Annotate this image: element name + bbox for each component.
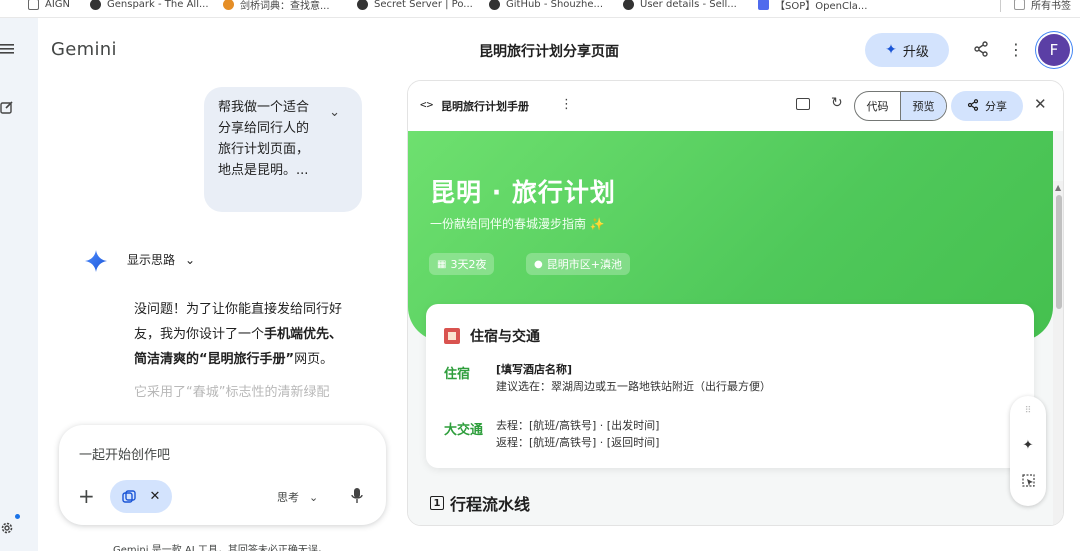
number-one-icon: 1 — [430, 496, 444, 510]
scroll-up-icon[interactable]: ▲ — [1055, 183, 1061, 192]
sparkle-edit-icon[interactable]: ✦ — [1010, 438, 1046, 453]
assistant-reply: 没问题！为了让你能直接发给同行好友，我为你设计了一个手机端优先、简洁清爽的“昆明… — [134, 297, 354, 405]
hero-subtitle: 一份献给同伴的春城漫步指南 ✨ — [430, 217, 605, 231]
code-preview-toggle[interactable]: 代码 预览 — [854, 91, 947, 121]
bookmarks-divider — [1000, 0, 1001, 12]
new-chat-icon[interactable] — [0, 100, 14, 114]
duration-badge: ▦ 3天2夜 — [429, 253, 495, 275]
hero-title: 昆明 · 旅行计划 — [430, 178, 616, 207]
refresh-icon[interactable]: ↻ — [831, 95, 843, 111]
disclaimer: Gemini 是一款 AI 工具，其回答未必正确无误。 — [113, 545, 328, 551]
share-icon — [967, 98, 979, 114]
reply-paragraph-2: 它采用了“春城”标志性的清新绿配 — [134, 385, 330, 400]
bookmark-github[interactable]: GitHub - Shouzhe... — [489, 0, 603, 12]
show-thinking-toggle[interactable]: 显示思路 ⌄ — [127, 251, 195, 268]
bookmark-secret-server[interactable]: Secret Server | Po... — [357, 0, 473, 12]
folder-icon — [28, 0, 39, 10]
settings-gear-icon[interactable] — [0, 521, 14, 535]
bookmark-sop[interactable]: 【SOP】OpenCla... — [758, 0, 867, 12]
canvas-icon — [121, 489, 136, 503]
microphone-icon[interactable] — [351, 488, 363, 504]
prompt-input-box[interactable]: 一起开始创作吧 + ✕ 思考 ⌄ — [59, 425, 386, 525]
calendar-icon: ▦ — [437, 258, 447, 270]
floating-toolbar: ⠿ ✦ — [1010, 396, 1046, 506]
pin-icon: ● — [534, 258, 543, 270]
canvas-tool-chip[interactable]: ✕ — [110, 480, 172, 513]
genspark-icon — [90, 0, 101, 10]
tab-preview[interactable]: 预览 — [900, 92, 946, 120]
scrollbar-thumb[interactable] — [1056, 195, 1062, 309]
expand-chevron-icon[interactable]: ⌄ — [329, 105, 340, 120]
code-brackets-icon: <> — [420, 98, 434, 111]
bookmark-aign[interactable]: AIGN — [28, 0, 70, 12]
close-icon[interactable]: ✕ — [1034, 95, 1047, 113]
transport-details: 去程：[航班/高铁号] · [出发时间] 返程：[航班/高铁号] · [返回时间… — [496, 419, 660, 449]
canvas-toolbar: <> 昆明旅行计划手册 ⋮ ↻ 代码 预览 分享 ✕ — [408, 81, 1063, 131]
avatar[interactable]: F — [1038, 34, 1070, 66]
upgrade-button[interactable]: ✦ 升级 — [865, 33, 949, 67]
gemini-spark-icon — [85, 250, 107, 272]
more-vertical-icon[interactable]: ⋮ — [560, 97, 573, 112]
card-title: 住宿与交通 — [444, 326, 540, 346]
stay-details: [填写酒店名称] 建议选在：翠湖周边或五一路地铁站附近（出行最方便） — [496, 363, 771, 393]
left-rail — [0, 18, 38, 551]
bookmark-cambridge[interactable]: 剑桥词典：查找意... — [223, 0, 330, 12]
transport-label: 大交通 — [444, 423, 484, 438]
bookmark-all[interactable]: 所有书签 — [1014, 0, 1071, 12]
canvas-preview: 昆明 · 旅行计划 一份献给同伴的春城漫步指南 ✨ ▦ 3天2夜 ● 昆明市区+滇池… — [408, 131, 1063, 525]
app-title: Gemini — [51, 39, 117, 60]
doc-icon — [758, 0, 769, 10]
close-icon[interactable]: ✕ — [150, 489, 161, 504]
stay-label: 住宿 — [444, 367, 471, 382]
select-element-icon[interactable] — [1010, 474, 1046, 491]
chevron-down-icon: ⌄ — [185, 252, 196, 267]
sparkle-icon: ✦ — [885, 42, 897, 58]
user-details-icon — [623, 0, 634, 10]
mode-selector[interactable]: 思考 ⌄ — [277, 489, 318, 505]
bookmark-user-details[interactable]: User details - Sell... — [623, 0, 737, 12]
secret-server-icon — [357, 0, 368, 10]
add-attachment-icon[interactable]: + — [78, 486, 95, 506]
chevron-down-icon: ⌄ — [309, 490, 319, 504]
folder-icon — [1014, 0, 1025, 10]
console-icon[interactable] — [796, 98, 810, 110]
canvas-share-button[interactable]: 分享 — [951, 91, 1023, 121]
menu-icon[interactable] — [0, 43, 14, 57]
prompt-input[interactable]: 一起开始创作吧 — [79, 444, 170, 463]
canvas-title: 昆明旅行计划手册 — [441, 100, 529, 113]
share-icon[interactable] — [971, 39, 991, 59]
location-badge: ● 昆明市区+滇池 — [526, 253, 630, 275]
bookmark-genspark[interactable]: Genspark - The All... — [90, 0, 209, 12]
more-vertical-icon[interactable]: ⋮ — [1006, 39, 1026, 59]
canvas-panel: <> 昆明旅行计划手册 ⋮ ↻ 代码 预览 分享 ✕ 昆明 · 旅行计划 一份献… — [407, 80, 1064, 526]
drag-handle-icon[interactable]: ⠿ — [1010, 406, 1046, 416]
lodging-transport-card: 住宿与交通 住宿 [填写酒店名称] 建议选在：翠湖周边或五一路地铁站附近（出行最… — [426, 304, 1034, 468]
user-message-text: 帮我做一个适合分享给同行人的旅行计划页面，地点是昆明。... — [218, 100, 310, 178]
bookmarks-bar: AIGN Genspark - The All... 剑桥词典：查找意... S… — [0, 0, 1080, 18]
section-title: 1 行程流水线 — [430, 491, 530, 515]
notification-dot — [15, 514, 20, 519]
page-title: 昆明旅行计划分享页面 — [479, 44, 619, 60]
github-icon — [489, 0, 500, 10]
cambridge-icon — [223, 0, 234, 10]
hotel-icon — [444, 328, 460, 344]
tab-code[interactable]: 代码 — [855, 92, 900, 120]
scrollbar[interactable]: ▲ ▼ — [1053, 181, 1063, 525]
user-message-bubble: 帮我做一个适合分享给同行人的旅行计划页面，地点是昆明。... ⌄ — [204, 87, 362, 212]
reply-paragraph-1: 没问题！为了让你能直接发给同行好友，我为你设计了一个手机端优先、简洁清爽的“昆明… — [134, 302, 343, 367]
